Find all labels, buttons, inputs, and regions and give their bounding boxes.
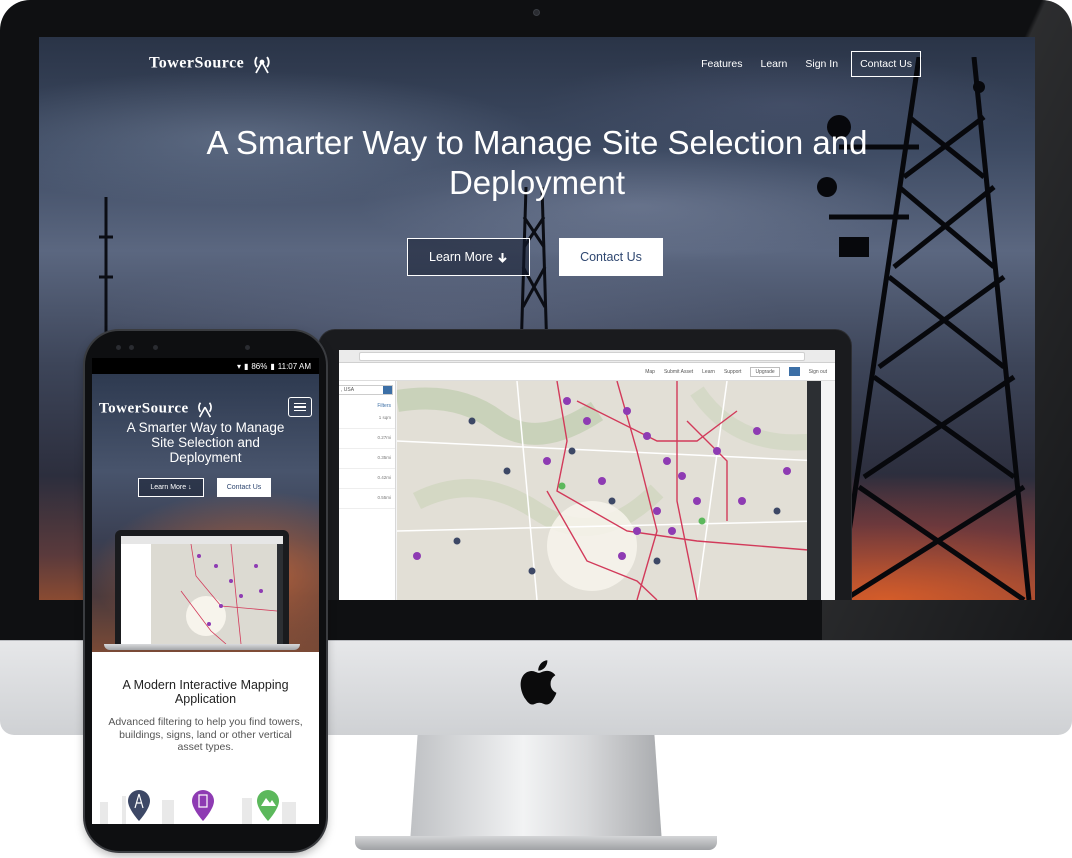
nav-features[interactable]: Features	[692, 58, 751, 70]
list-item[interactable]: 0.27mi	[339, 429, 395, 449]
hero-title: A Smarter Way to Manage Site Selection a…	[39, 123, 1035, 203]
list-item[interactable]: 0.42mi	[339, 469, 395, 489]
device-mockup-scene: TowerSource Features Learn Sign In Conta…	[0, 0, 1072, 858]
menu-icon[interactable]	[288, 397, 312, 417]
phone-map-graphics	[121, 536, 283, 644]
phone-app-preview	[121, 536, 283, 644]
app-user-button[interactable]	[788, 367, 800, 376]
hero-title-line-1: A Smarter Way to Manage Site Selection a…	[206, 124, 868, 161]
map-graphics	[397, 381, 821, 600]
phone-site-logo[interactable]: TowerSource	[99, 400, 215, 418]
phone-hero-title-line-3: Deployment	[169, 450, 242, 465]
top-nav: Features Learn Sign In Contact Us	[692, 51, 921, 77]
list-item[interactable]: 1 sqm	[339, 409, 395, 429]
learn-more-label: Learn More	[429, 250, 493, 264]
hero-title-line-2: Deployment	[448, 164, 626, 201]
app-nav-support[interactable]: Support	[724, 369, 742, 375]
app-search-value: , USA	[341, 387, 355, 393]
nav-contact-button[interactable]: Contact Us	[851, 51, 921, 77]
app-search-input[interactable]: , USA	[339, 385, 393, 395]
map-view[interactable]	[397, 381, 821, 600]
phone-laptop-mockup	[115, 530, 289, 646]
section-title-line-2: Application	[174, 692, 237, 706]
battery-icon: ▮	[270, 361, 275, 371]
app-upgrade-button[interactable]: Upgrade	[750, 366, 780, 377]
section-text-line-2: buildings, signs, land or other vertical	[119, 728, 292, 741]
logo-text: TowerSource	[149, 54, 245, 72]
filters-button[interactable]: Filters	[339, 395, 395, 409]
land-pin-icon	[257, 790, 279, 821]
phone-contact-us-button[interactable]: Contact Us	[217, 478, 271, 497]
phone-mockup: ▾ ▮ 86% ▮ 11:07 AM TowerSource A Smarter…	[85, 331, 326, 851]
nav-sign-in[interactable]: Sign In	[796, 58, 847, 70]
status-time: 11:07 AM	[277, 361, 311, 371]
laptop-mockup: Map Submit Asset Learn Support Upgrade S…	[319, 330, 851, 600]
phone-screen: ▾ ▮ 86% ▮ 11:07 AM TowerSource A Smarter…	[92, 358, 319, 824]
battery-level: 86%	[251, 361, 268, 371]
list-item[interactable]: 0.55mi	[339, 489, 395, 509]
apple-logo-icon	[520, 660, 557, 705]
status-bar: ▾ ▮ 86% ▮ 11:07 AM	[92, 358, 319, 374]
signal-icon: ▮	[243, 361, 249, 371]
tower-pin-icon	[128, 790, 150, 821]
results-panel: , USA Filters 1 sqm 0.27mi 0.35mi 0.42mi…	[339, 381, 396, 600]
imac-stand-base	[355, 836, 717, 850]
phone-hero-title-line-1: A Smarter Way to Manage	[126, 420, 285, 435]
phone-learn-more-label: Learn More	[150, 484, 187, 491]
camera-icon	[533, 9, 540, 16]
building-pin-icon	[192, 790, 214, 821]
section-description: Advanced filtering to help you find towe…	[98, 716, 313, 754]
phone-logo-text: TowerSource	[99, 400, 189, 417]
app-body: , USA Filters 1 sqm 0.27mi 0.35mi 0.42mi…	[339, 381, 835, 600]
section-text-line-1: Advanced filtering to help you find towe…	[108, 716, 303, 728]
browser-address-bar	[359, 352, 805, 361]
section-title: A Modern Interactive Mapping Application	[92, 678, 319, 706]
tower-signal-icon	[198, 402, 212, 418]
nav-learn[interactable]: Learn	[752, 58, 797, 70]
section-text-line-3: asset types.	[177, 741, 234, 753]
phone-hero-title: A Smarter Way to Manage Site Selection a…	[92, 420, 319, 465]
contact-us-button[interactable]: Contact Us	[559, 238, 663, 276]
app-nav-map[interactable]: Map	[645, 369, 655, 375]
search-icon[interactable]	[383, 386, 392, 394]
app-nav-learn[interactable]: Learn	[702, 369, 715, 375]
app-preview-screen: Map Submit Asset Learn Support Upgrade S…	[339, 350, 835, 600]
tower-signal-icon	[254, 56, 270, 74]
list-item[interactable]: 0.35mi	[339, 449, 395, 469]
imac-stand	[410, 735, 662, 843]
app-header: Map Submit Asset Learn Support Upgrade S…	[339, 363, 835, 381]
learn-more-button[interactable]: Learn More	[407, 238, 530, 276]
asset-type-icons	[100, 790, 296, 824]
app-nav-submit-asset[interactable]: Submit Asset	[664, 369, 693, 375]
site-logo[interactable]: TowerSource	[149, 54, 273, 74]
phone-hero-title-line-2: Site Selection and	[151, 435, 260, 450]
app-sign-out[interactable]: Sign out	[809, 369, 827, 375]
arrow-down-icon: ↓	[188, 484, 192, 491]
browser-toolbar	[339, 350, 835, 363]
phone-learn-more-button[interactable]: Learn More ↓	[138, 478, 204, 497]
wifi-icon: ▾	[236, 361, 241, 371]
phone-laptop-base	[104, 644, 300, 650]
section-title-line-1: A Modern Interactive Mapping	[122, 678, 289, 692]
arrow-down-icon	[498, 252, 507, 263]
